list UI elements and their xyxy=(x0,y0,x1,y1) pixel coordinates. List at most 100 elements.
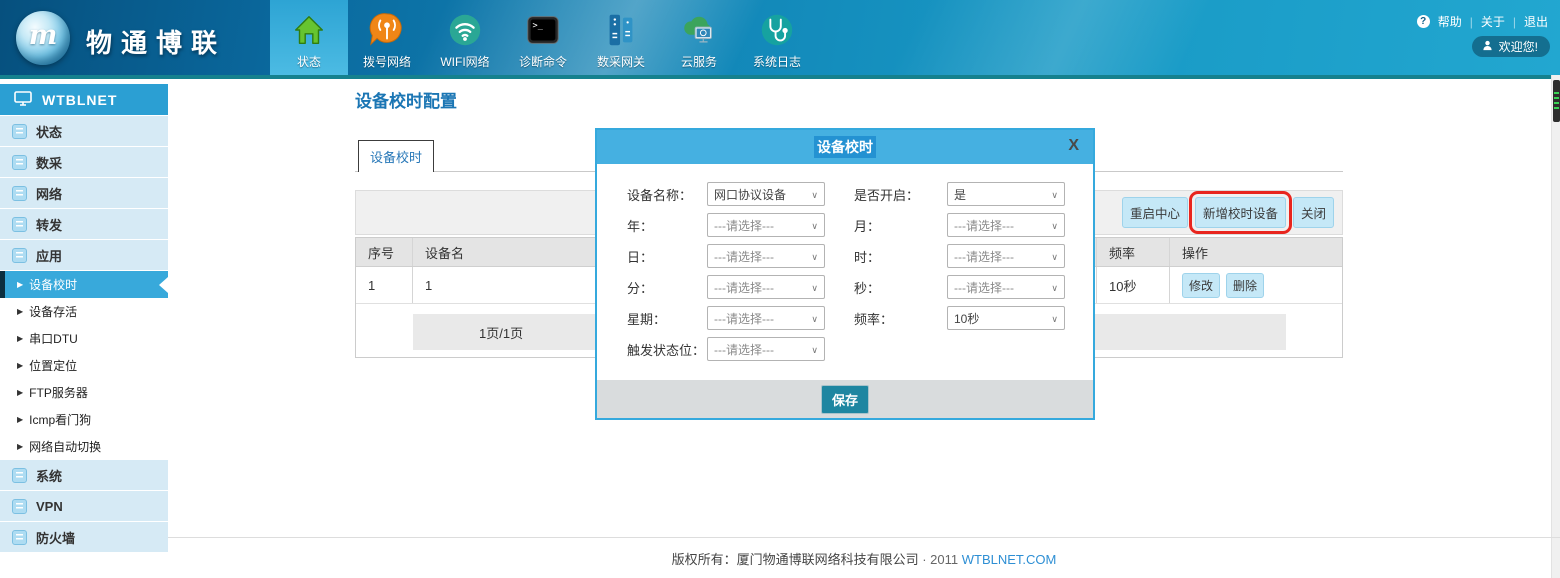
chevron-down-icon xyxy=(811,342,818,356)
col-header-operation: 操作 xyxy=(1170,238,1342,266)
arrow-right-icon: ▶ xyxy=(17,280,23,289)
top-links: ? 帮助 | 关于 | 退出 xyxy=(1417,13,1548,30)
frequency-select[interactable]: 10秒 xyxy=(947,306,1065,330)
chevron-down-icon xyxy=(811,218,818,232)
nav-item-cloud-service[interactable]: 云服务 xyxy=(660,0,738,75)
sidebar: WTBLNET 状态 数采 网络 转发 应用 ▶ 设备校时 ▶ 设备存活 ▶ 串… xyxy=(0,84,168,553)
arrow-right-icon: ▶ xyxy=(17,442,23,451)
day-select[interactable]: ---请选择--- xyxy=(707,244,825,268)
sidebar-subitem-device-keepalive[interactable]: ▶ 设备存活 xyxy=(0,298,168,325)
chevron-down-icon xyxy=(1051,311,1058,325)
week-label: 星期： xyxy=(627,309,707,328)
add-timing-device-button[interactable]: 新增校时设备 xyxy=(1195,197,1286,228)
footer: 版权所有：厦门物通博联网络科技有限公司 · 2011 WTBLNET.COM xyxy=(168,549,1560,568)
sidebar-item-vpn[interactable]: VPN xyxy=(0,491,168,521)
sidebar-item-network[interactable]: 网络 xyxy=(0,178,168,208)
close-button[interactable]: 关闭 xyxy=(1293,197,1334,228)
enable-select[interactable]: 是 xyxy=(947,182,1065,206)
trigger-status-label: 触发状态位： xyxy=(627,340,707,359)
chevron-down-icon xyxy=(1051,280,1058,294)
year-select[interactable]: ---请选择--- xyxy=(707,213,825,237)
nav-item-status[interactable]: 状态 xyxy=(270,0,348,75)
list-icon xyxy=(12,155,27,170)
welcome-badge[interactable]: 欢迎您! xyxy=(1472,36,1550,57)
arrow-right-icon: ▶ xyxy=(17,307,23,316)
list-icon xyxy=(12,499,27,514)
hour-select[interactable]: ---请选择--- xyxy=(947,244,1065,268)
chevron-down-icon xyxy=(811,280,818,294)
sidebar-subitem-ftp-server[interactable]: ▶ FTP服务器 xyxy=(0,379,168,406)
list-icon xyxy=(12,217,27,232)
enable-label: 是否开启： xyxy=(854,185,947,204)
nav-item-data-gateway[interactable]: 数采网关 xyxy=(582,0,660,75)
sidebar-title: WTBLNET xyxy=(42,92,117,108)
list-icon xyxy=(12,124,27,139)
copyright-year: · 2011 xyxy=(922,552,958,567)
modal-header: 设备校时 X xyxy=(597,130,1093,164)
col-header-no: 序号 xyxy=(356,238,413,266)
modify-button[interactable]: 修改 xyxy=(1182,273,1220,298)
gateway-icon xyxy=(600,9,642,51)
modal-title: 设备校时 xyxy=(814,136,876,158)
welcome-text: 欢迎您! xyxy=(1499,38,1538,55)
arrow-right-icon: ▶ xyxy=(17,415,23,424)
minute-label: 分： xyxy=(627,278,707,297)
nav-item-wifi-network[interactable]: WIFI网络 xyxy=(426,0,504,75)
save-button[interactable]: 保存 xyxy=(821,385,869,414)
modal-footer: 保存 xyxy=(597,380,1093,418)
sidebar-subitem-serial-dtu[interactable]: ▶ 串口DTU xyxy=(0,325,168,352)
link-separator: | xyxy=(1513,15,1516,29)
sidebar-item-system[interactable]: 系统 xyxy=(0,460,168,490)
help-icon: ? xyxy=(1417,15,1430,28)
logout-link[interactable]: 退出 xyxy=(1524,13,1548,30)
device-timing-modal: 设备校时 X 设备名称： 网口协议设备 是否开启： 是 年： ---请选择---… xyxy=(595,128,1095,420)
user-icon xyxy=(1482,40,1493,54)
modal-form: 设备名称： 网口协议设备 是否开启： 是 年： ---请选择--- 月： ---… xyxy=(597,164,1093,361)
list-icon xyxy=(12,530,27,545)
dialup-network-icon xyxy=(366,9,408,51)
cell-operation: 修改 删除 xyxy=(1170,267,1342,303)
nav-item-system-log[interactable]: 系统日志 xyxy=(738,0,816,75)
help-link[interactable]: 帮助 xyxy=(1438,13,1462,30)
sidebar-subitem-location[interactable]: ▶ 位置定位 xyxy=(0,352,168,379)
home-icon xyxy=(288,9,330,51)
about-link[interactable]: 关于 xyxy=(1481,13,1505,30)
second-select[interactable]: ---请选择--- xyxy=(947,275,1065,299)
sidebar-item-application[interactable]: 应用 xyxy=(0,240,168,270)
sidebar-subitem-network-auto-switch[interactable]: ▶ 网络自动切换 xyxy=(0,433,168,460)
nav-item-dialup-network[interactable]: 拨号网络 xyxy=(348,0,426,75)
second-label: 秒： xyxy=(854,278,947,297)
cell-frequency: 10秒 xyxy=(1097,267,1170,303)
top-nav: 状态 拨号网络 WIFI网络 >_ 诊断命令 数采网关 xyxy=(270,0,816,75)
brand-name: 物通博联 xyxy=(86,23,226,60)
delete-button[interactable]: 删除 xyxy=(1226,273,1264,298)
copyright-text: 版权所有：厦门物通博联网络科技有限公司 xyxy=(672,552,919,567)
chevron-down-icon xyxy=(1051,218,1058,232)
list-icon xyxy=(12,186,27,201)
week-select[interactable]: ---请选择--- xyxy=(707,306,825,330)
wtblnet-link[interactable]: WTBLNET.COM xyxy=(962,552,1057,567)
trigger-status-select[interactable]: ---请选择--- xyxy=(707,337,825,361)
sidebar-subitem-device-timing[interactable]: ▶ 设备校时 xyxy=(0,271,168,298)
sidebar-item-status[interactable]: 状态 xyxy=(0,116,168,146)
list-icon xyxy=(12,468,27,483)
tab-device-timing[interactable]: 设备校时 xyxy=(358,140,434,172)
close-icon[interactable]: X xyxy=(1068,137,1079,155)
month-select[interactable]: ---请选择--- xyxy=(947,213,1065,237)
scrollbar-track[interactable] xyxy=(1551,75,1560,578)
sidebar-item-data-acquisition[interactable]: 数采 xyxy=(0,147,168,177)
sidebar-header: WTBLNET xyxy=(0,84,168,115)
minute-select[interactable]: ---请选择--- xyxy=(707,275,825,299)
arrow-right-icon: ▶ xyxy=(17,388,23,397)
sidebar-item-firewall[interactable]: 防火墙 xyxy=(0,522,168,552)
frequency-label: 频率： xyxy=(854,309,947,328)
wifi-icon xyxy=(444,9,486,51)
chevron-down-icon xyxy=(1051,249,1058,263)
sidebar-item-forwarding[interactable]: 转发 xyxy=(0,209,168,239)
restart-center-button[interactable]: 重启中心 xyxy=(1122,197,1188,228)
nav-item-diagnostic-command[interactable]: >_ 诊断命令 xyxy=(504,0,582,75)
scrollbar-thumb[interactable] xyxy=(1553,80,1560,122)
sidebar-subitem-icmp-watchdog[interactable]: ▶ Icmp看门狗 xyxy=(0,406,168,433)
stethoscope-icon xyxy=(756,9,798,51)
device-name-select[interactable]: 网口协议设备 xyxy=(707,182,825,206)
